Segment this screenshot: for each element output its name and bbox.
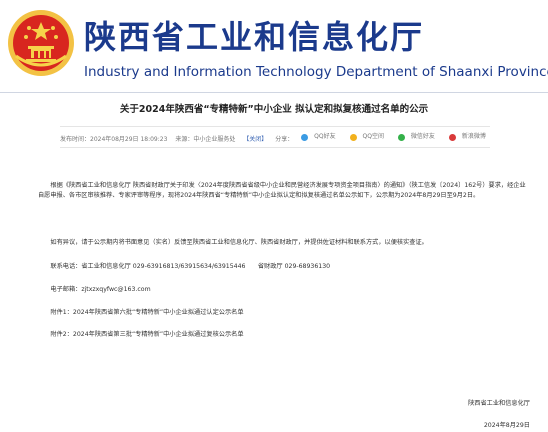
publish-time: 发布时间：2024年08月29日 18:09:23 xyxy=(60,135,168,143)
share-label-qq: QQ好友 xyxy=(314,133,336,140)
site-subtitle: Industry and Information Technology Depa… xyxy=(84,64,548,80)
site-header: 陕西省工业和信息化厅 Industry and Information Tech… xyxy=(0,0,548,92)
attachment-1-link[interactable]: 附件1：2024年陕西省第六批“专精特新”中小企业拟通过认定公示名单 xyxy=(38,308,528,318)
source: 来源：中小企业服务处 xyxy=(175,135,236,143)
article-title: 关于2024年陕西省“专精特新”中小企业 拟认定和拟复核通过名单的公示 xyxy=(119,104,429,115)
attachment-2-link[interactable]: 附件2：2024年陕西省第三批“专精特新”中小企业拟通过复核公示名单 xyxy=(38,330,528,340)
contact-email: 电子邮箱：zjtxzxqyfwc@163.com xyxy=(50,286,151,293)
share-qq-button[interactable]: QQ好友 xyxy=(301,127,341,147)
share-label-weibo: 新浪微博 xyxy=(461,133,486,140)
share-label-wechat: 微信好友 xyxy=(410,133,435,140)
article-meta: 发布时间：2024年08月29日 18:09:23 来源：中小企业服务处 【关闭… xyxy=(60,126,490,148)
divider xyxy=(0,92,548,93)
qq-icon xyxy=(301,133,309,141)
national-emblem-icon xyxy=(8,10,74,76)
site-title: 陕西省工业和信息化厅 xyxy=(84,18,425,56)
paragraph-objection: 如有异议，请于公示期内将书面意见（实名）反馈至陕西省工业和信息化厅、陕西省财政厅… xyxy=(50,239,428,246)
share-label: 分享： xyxy=(275,135,294,143)
share-weibo-button[interactable]: 新浪微博 xyxy=(448,127,492,147)
share-label-qzone: QQ空间 xyxy=(362,133,384,140)
qzone-icon xyxy=(349,133,357,141)
contact-phone: 联系电话：省工业和信息化厅 029-63916813/63915634/6391… xyxy=(50,263,331,270)
weibo-icon xyxy=(448,133,456,141)
paragraph-intro: 根据《陕西省工业和信息化厅 陕西省财政厅关于印发〈2024年度陕西省省级中小企业… xyxy=(38,182,526,199)
sign-organization: 陕西省工业和信息化厅 xyxy=(468,400,530,407)
wechat-icon xyxy=(397,133,405,141)
share-qzone-button[interactable]: QQ空间 xyxy=(349,127,390,147)
close-link[interactable]: 【关闭】 xyxy=(243,136,267,143)
sign-date: 2024年8月29日 xyxy=(483,422,530,429)
share-wechat-button[interactable]: 微信好友 xyxy=(397,127,441,147)
